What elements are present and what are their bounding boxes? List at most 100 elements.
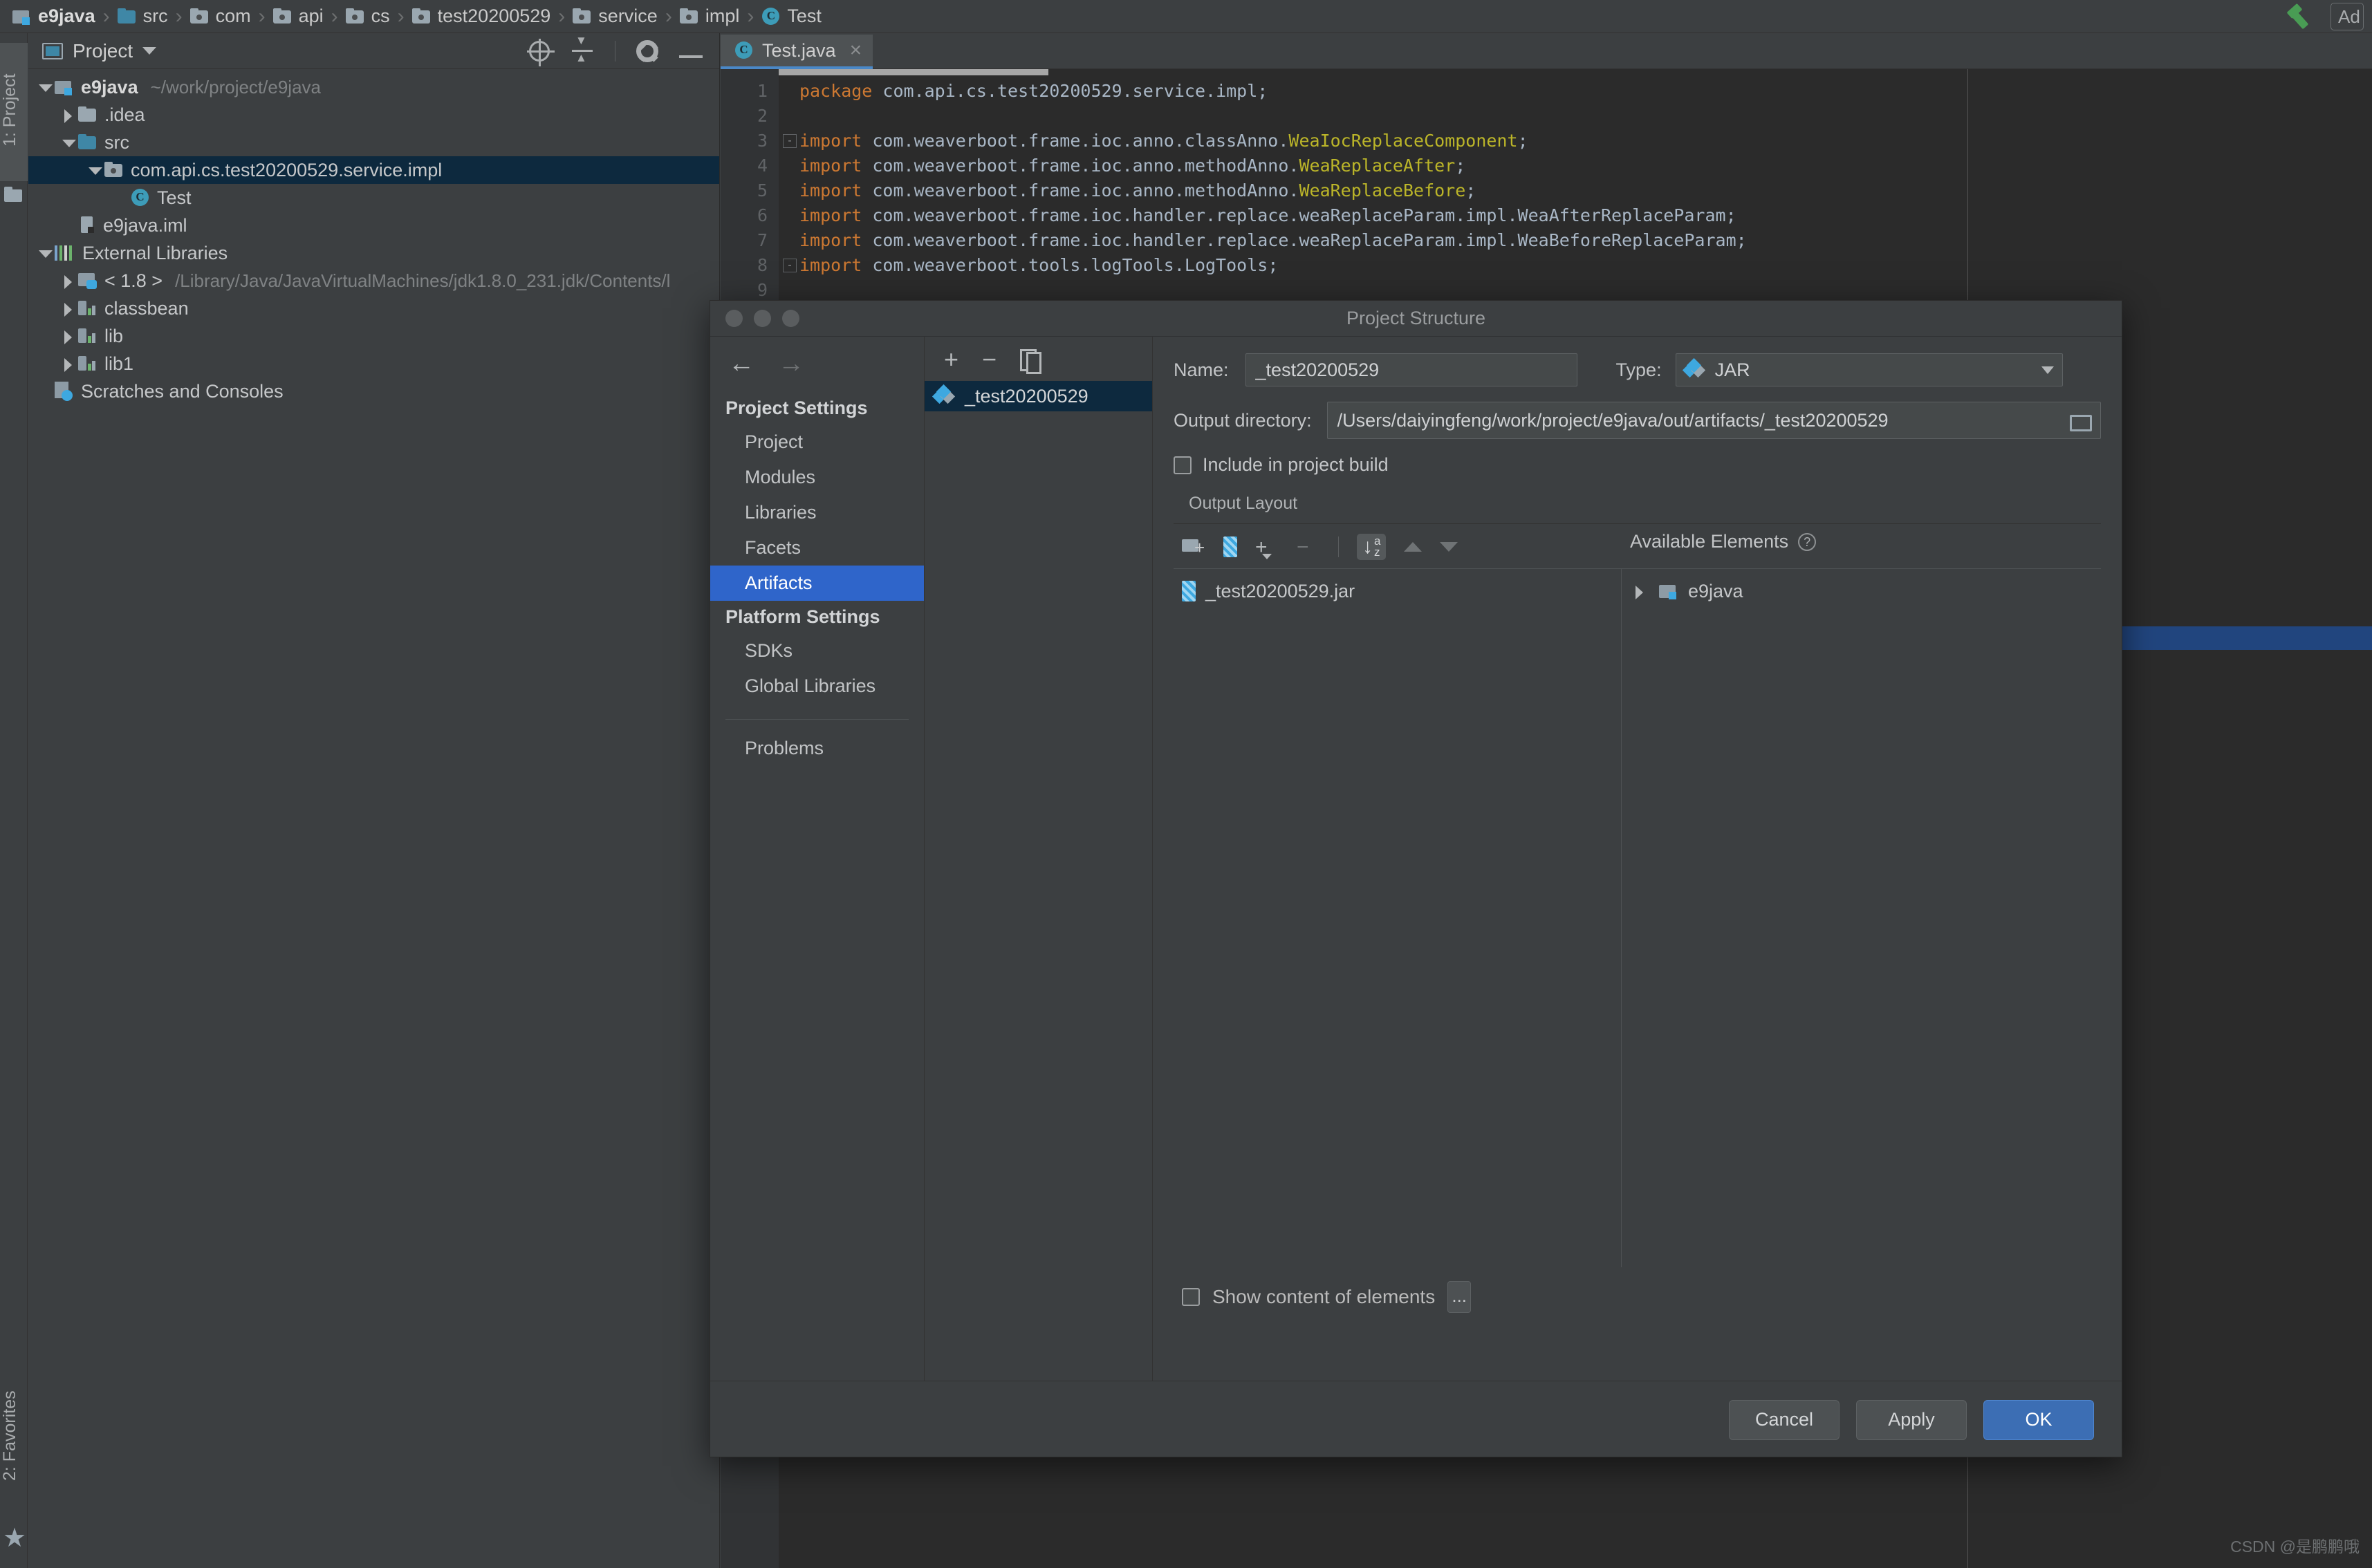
breadcrumb-item-impl[interactable]: impl xyxy=(677,0,743,33)
sidebar-item-sdks[interactable]: SDKs xyxy=(710,633,924,669)
code-line[interactable] xyxy=(779,104,2372,129)
sidebar-item-problems[interactable]: Problems xyxy=(710,731,924,766)
ok-button[interactable]: OK xyxy=(1983,1399,2094,1440)
sidebar-item-modules[interactable]: Modules xyxy=(710,460,924,495)
artifact-list[interactable]: _test20200529 xyxy=(925,381,1152,411)
chevron-right-icon[interactable] xyxy=(59,105,78,124)
move-down-icon[interactable] xyxy=(1440,542,1458,552)
project-tree[interactable]: e9java ~/work/project/e9java .idea src com.a… xyxy=(28,69,719,405)
arrow-left-icon[interactable]: ← xyxy=(728,351,754,377)
collapse-all-icon[interactable]: ▲ xyxy=(571,34,594,64)
code-line[interactable]: import com.weaverboot.frame.ioc.anno.met… xyxy=(779,178,2372,203)
locate-icon[interactable] xyxy=(527,38,555,66)
show-content-checkbox[interactable] xyxy=(1182,1288,1200,1306)
tree-node-com-api-cs-test20200529-service-impl[interactable]: com.api.cs.test20200529.service.impl xyxy=(28,156,719,184)
tree-node-test[interactable]: Test xyxy=(28,184,719,212)
chevron-right-icon[interactable] xyxy=(1630,581,1649,601)
code-line[interactable]: import com.weaverboot.frame.ioc.handler.… xyxy=(779,228,2372,253)
code-line[interactable]: package com.api.cs.test20200529.service.… xyxy=(779,79,2372,104)
folder-package-icon xyxy=(104,162,124,178)
cancel-button[interactable]: Cancel xyxy=(1729,1399,1840,1440)
tree-node-scratches-and-consoles[interactable]: Scratches and Consoles xyxy=(28,377,719,405)
close-icon[interactable]: × xyxy=(850,39,862,62)
create-directory-icon[interactable] xyxy=(1182,536,1205,559)
nav-divider xyxy=(725,719,909,720)
output-layout-tree[interactable]: _test20200529.jar xyxy=(1174,569,1622,1267)
arrow-right-icon[interactable]: → xyxy=(778,351,804,377)
chevron-right-icon[interactable] xyxy=(59,354,78,373)
create-archive-icon[interactable] xyxy=(1223,536,1237,557)
add-copy-icon[interactable]: + xyxy=(1255,536,1279,559)
tree-node-lib1[interactable]: lib1 xyxy=(28,350,719,377)
artifact-type-select[interactable]: JAR xyxy=(1675,353,2063,386)
sidebar-item-artifacts[interactable]: Artifacts xyxy=(710,566,924,601)
code-line[interactable]: import com.weaverboot.frame.ioc.handler.… xyxy=(779,203,2372,228)
breadcrumb-item-com[interactable]: com xyxy=(187,0,254,33)
chevron-down-icon[interactable] xyxy=(35,243,55,263)
available-element-item[interactable]: e9java xyxy=(1622,577,2101,605)
chevron-right-icon[interactable] xyxy=(59,271,78,290)
code-line[interactable] xyxy=(779,278,2372,303)
sort-az-icon[interactable]: ↓ a z xyxy=(1357,534,1387,560)
code-line[interactable]: import com.weaverboot.tools.logTools.Log… xyxy=(779,253,2372,278)
tool-window-tab-project[interactable]: 1: Project xyxy=(0,43,28,181)
breadcrumb-item-service[interactable]: service xyxy=(570,0,660,33)
tree-node--idea[interactable]: .idea xyxy=(28,101,719,129)
available-elements-tree[interactable]: e9java xyxy=(1622,569,2101,1267)
breadcrumb-item-api[interactable]: api xyxy=(270,0,326,33)
copy-icon[interactable] xyxy=(1020,349,1042,374)
move-up-icon[interactable] xyxy=(1404,542,1423,552)
chevron-right-icon[interactable] xyxy=(59,326,78,346)
tree-node-e9java-iml[interactable]: e9java.iml xyxy=(28,212,719,239)
nav-history-buttons: ← → xyxy=(710,345,924,392)
output-directory-input[interactable]: /Users/daiyingfeng/work/project/e9java/o… xyxy=(1326,402,2101,439)
horizontal-scrollbar[interactable] xyxy=(779,69,1048,75)
include-in-build-row[interactable]: Include in project build xyxy=(1174,454,2101,476)
sidebar-item-global-libraries[interactable]: Global Libraries xyxy=(710,669,924,704)
tool-window-tab-favorites[interactable]: 2: Favorites xyxy=(0,1356,28,1515)
include-in-build-checkbox[interactable] xyxy=(1174,456,1192,474)
tree-node-external-libraries[interactable]: External Libraries xyxy=(28,239,719,267)
tree-node-path: ~/work/project/e9java xyxy=(150,76,321,97)
chevron-down-icon[interactable] xyxy=(2041,366,2054,374)
chevron-down-icon[interactable] xyxy=(142,47,157,55)
tree-node--1-8-[interactable]: < 1.8 > /Library/Java/JavaVirtualMachines… xyxy=(28,267,719,295)
breadcrumb-item-test[interactable]: Test xyxy=(759,0,824,33)
hide-icon[interactable] xyxy=(679,55,703,58)
add-icon[interactable]: + xyxy=(944,345,958,374)
chevron-right-icon[interactable] xyxy=(59,299,78,318)
sidebar-item-libraries[interactable]: Libraries xyxy=(710,495,924,530)
available-element-label: e9java xyxy=(1688,580,1743,601)
code-line[interactable]: import com.weaverboot.frame.ioc.anno.met… xyxy=(779,153,2372,178)
sidebar-item-project[interactable]: Project xyxy=(710,424,924,460)
hammer-icon[interactable] xyxy=(2285,3,2317,30)
tree-node-classbean[interactable]: classbean xyxy=(28,295,719,322)
sidebar-item-facets[interactable]: Facets xyxy=(710,530,924,566)
add-configuration-button[interactable]: Ad xyxy=(2331,2,2364,30)
breadcrumb-item-src[interactable]: src xyxy=(115,0,171,33)
editor-tab-test-java[interactable]: Test.java × xyxy=(721,35,873,69)
breadcrumb-item-e9java[interactable]: e9java xyxy=(10,0,98,33)
chevron-down-icon[interactable] xyxy=(35,77,55,97)
breadcrumb-item-test20200529[interactable]: test20200529 xyxy=(409,0,554,33)
apply-button[interactable]: Apply xyxy=(1856,1399,1967,1440)
chevron-down-icon[interactable] xyxy=(85,160,104,180)
tree-node-lib[interactable]: lib xyxy=(28,322,719,350)
help-icon[interactable]: ? xyxy=(1798,532,1817,551)
code-token: com.weaverboot.tools.logTools.LogTools xyxy=(872,255,1268,275)
breadcrumb-item-cs[interactable]: cs xyxy=(343,0,393,33)
remove-icon[interactable]: − xyxy=(982,345,997,374)
code-fold-icon[interactable]: - xyxy=(783,259,797,272)
code-line[interactable]: import com.weaverboot.frame.ioc.anno.cla… xyxy=(779,129,2372,153)
module-icon xyxy=(55,79,74,95)
show-content-options-button[interactable]: ... xyxy=(1447,1281,1472,1313)
artifact-list-item[interactable]: _test20200529 xyxy=(925,381,1152,411)
output-layout-item[interactable]: _test20200529.jar xyxy=(1174,577,1621,605)
tree-node-src[interactable]: src xyxy=(28,129,719,156)
folder-browse-icon[interactable] xyxy=(2070,412,2092,431)
chevron-down-icon[interactable] xyxy=(59,133,78,152)
tree-node-e9java[interactable]: e9java ~/work/project/e9java xyxy=(28,73,719,101)
code-fold-icon[interactable]: - xyxy=(783,134,797,148)
artifact-name-input[interactable]: _test20200529 xyxy=(1245,353,1577,386)
settings-gear-icon[interactable] xyxy=(636,39,658,62)
